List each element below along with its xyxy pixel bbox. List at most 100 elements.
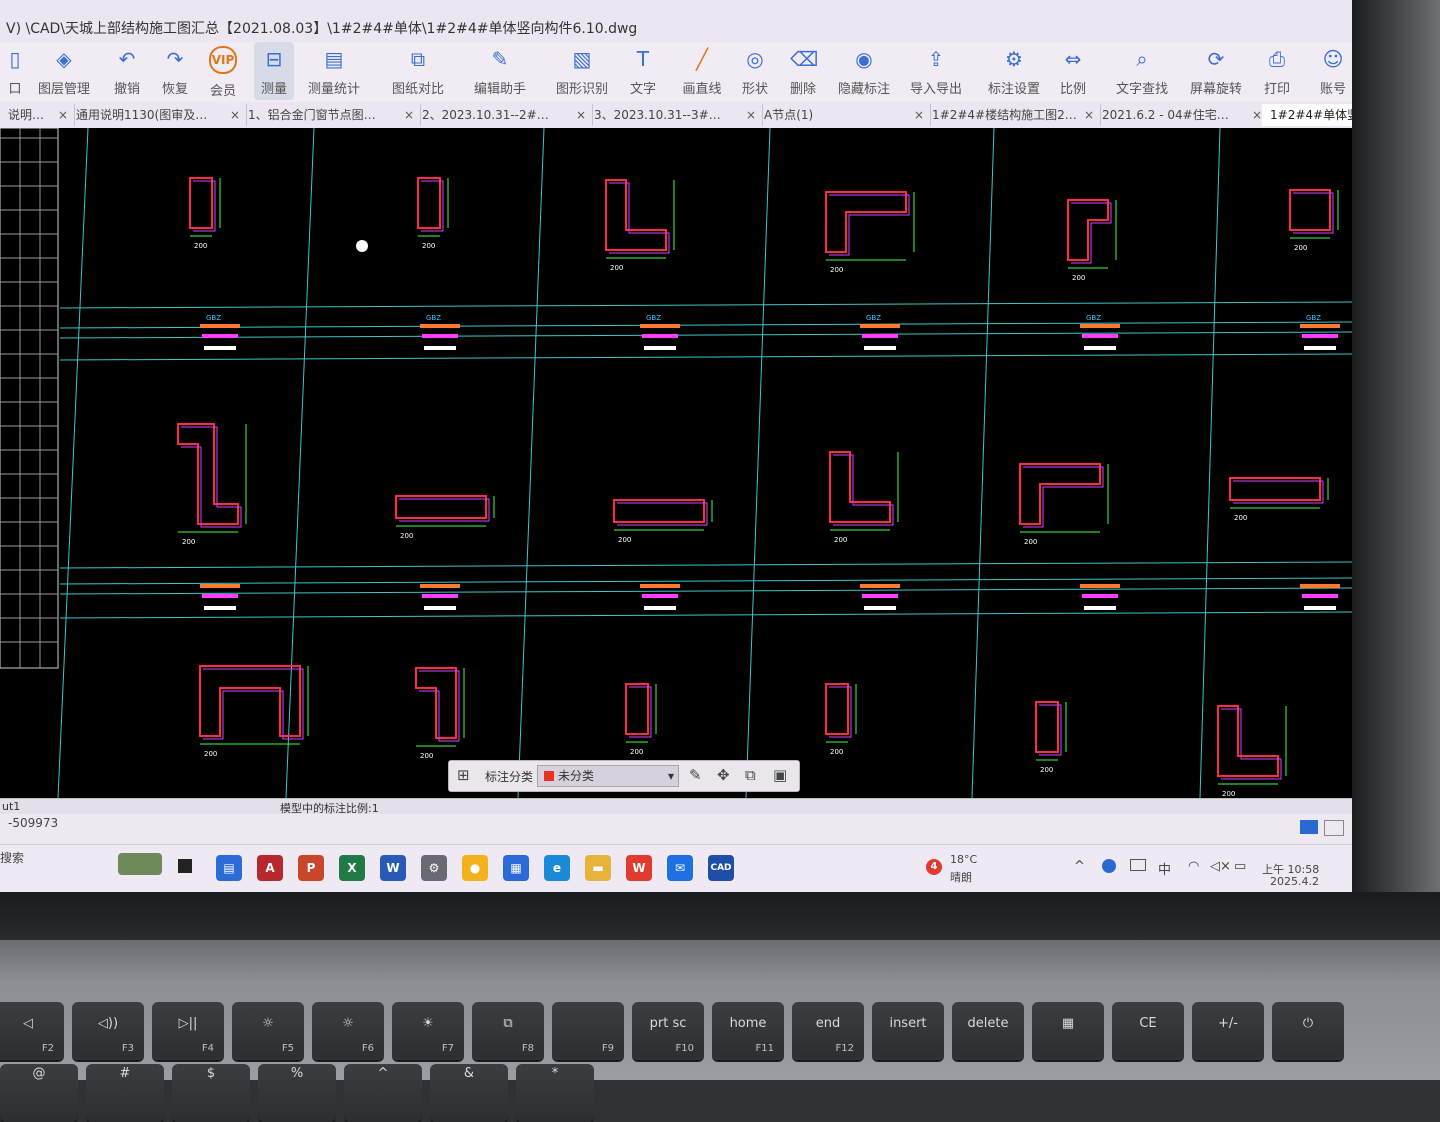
ribbon-redo-button[interactable]: ↷ 恢复 [160, 42, 190, 100]
close-icon[interactable]: × [404, 104, 414, 126]
key-k16[interactable]: ⏻ [1272, 1002, 1344, 1060]
layout-tab[interactable]: ut1 [2, 800, 20, 813]
ribbon-account-button[interactable]: ☺ 账号 [1316, 42, 1350, 100]
tab-drawing-5[interactable]: 3、2023.10.31--3#… × [586, 104, 763, 126]
cad-drawing[interactable]: 200 200 200 200 200 200 200 200 200 200 200 200 200 2… [0, 128, 1352, 798]
member-tag: GBZ [1306, 314, 1321, 322]
wps-icon[interactable]: W [626, 855, 652, 881]
weather-temp[interactable]: 18°C [950, 853, 977, 866]
key-f8[interactable]: ⧉ F8 [472, 1002, 544, 1060]
copy-icon[interactable]: ⧉ [745, 766, 756, 784]
key-f7[interactable]: ☀ F7 [392, 1002, 464, 1060]
ribbon-print-button[interactable]: ⎙ 打印 [1260, 42, 1294, 100]
ribbon-line-button[interactable]: ╱ 画直线 [678, 42, 726, 100]
layout-icon[interactable] [1324, 820, 1344, 836]
key-k12[interactable]: delete [952, 1002, 1024, 1060]
ribbon-edit-assistant-button[interactable]: ✎ 编辑助手 [470, 42, 530, 100]
file-explorer-icon[interactable]: ▤ [216, 855, 242, 881]
key-f11[interactable]: home F11 [712, 1002, 784, 1060]
key-f10[interactable]: prt sc F10 [632, 1002, 704, 1060]
close-icon[interactable]: × [1252, 104, 1262, 126]
settings-icon[interactable]: ⚙ [421, 855, 447, 881]
ribbon-undo-button[interactable]: ↶ 撤销 [112, 42, 142, 100]
key-f6[interactable]: ☼ F6 [312, 1002, 384, 1060]
ribbon-shape-recognize-button[interactable]: ▧ 图形识别 [552, 42, 612, 100]
key-f3[interactable]: ◁)) F3 [72, 1002, 144, 1060]
close-icon[interactable]: × [914, 104, 924, 126]
keyboard-icon[interactable] [1130, 859, 1146, 871]
ribbon-rotate-screen-button[interactable]: ⟳ 屏幕旋转 [1186, 42, 1246, 100]
ime-indicator[interactable]: 中 [1158, 859, 1171, 878]
ribbon-vip-button[interactable]: VIP 会员 [208, 42, 238, 100]
ribbon-layers-button[interactable]: ◈ 图层管理 [34, 42, 94, 100]
edit-icon[interactable]: ✎ [689, 766, 702, 784]
drawing-canvas[interactable]: 200 200 200 200 200 200 200 200 200 200 200 200 200 2… [0, 128, 1352, 798]
sun-icon[interactable]: ● [462, 855, 488, 881]
key-k13[interactable]: ▦ [1032, 1002, 1104, 1060]
model-icon[interactable] [1300, 820, 1318, 834]
grid-icon[interactable]: ⊞ [457, 766, 470, 784]
key-symbol[interactable]: $ [172, 1064, 250, 1122]
security-icon[interactable] [1102, 859, 1116, 873]
ribbon-scale-button[interactable]: ⇔ 比例 [1058, 42, 1088, 100]
excel-icon[interactable]: X [339, 855, 365, 881]
ribbon-import-export-button[interactable]: ⇪ 导入导出 [908, 42, 964, 100]
key-f9[interactable]: F9 [552, 1002, 624, 1060]
ribbon-hide-annotation-button[interactable]: ◉ 隐藏标注 [836, 42, 892, 100]
tab-drawing-8[interactable]: 2021.6.2 - 04#住宅… × [1094, 104, 1269, 126]
close-icon[interactable]: × [1084, 104, 1094, 126]
ribbon-compare-button[interactable]: ⧉ 图纸对比 [390, 42, 446, 100]
tab-drawing-9[interactable]: 1#2#4#单体竖向构件6· [1262, 104, 1352, 126]
cad-icon[interactable]: CAD [708, 855, 734, 881]
close-icon[interactable]: × [746, 104, 756, 126]
key-k11[interactable]: insert [872, 1002, 944, 1060]
edge-icon[interactable]: e [544, 855, 570, 881]
volume-icon[interactable]: ◁× [1210, 859, 1231, 874]
search-highlight-icon[interactable] [118, 853, 162, 875]
show-hidden-icons-button[interactable]: ^ [1074, 859, 1085, 874]
powerpoint-icon[interactable]: P [298, 855, 324, 881]
tab-drawing-6[interactable]: A节点(1) × [756, 104, 931, 126]
key-k15[interactable]: +/- [1192, 1002, 1264, 1060]
key-symbol[interactable]: % [258, 1064, 336, 1122]
task-view-icon[interactable] [178, 859, 192, 873]
battery-icon[interactable]: ▭ [1234, 859, 1246, 874]
folder-icon[interactable]: ▬ [585, 855, 611, 881]
close-icon[interactable]: × [576, 104, 586, 126]
tab-drawing-7[interactable]: 1#2#4#楼结构施工图2… × [924, 104, 1101, 126]
tab-drawing-2[interactable]: 通用说明1130(图审及… × [68, 104, 247, 126]
key-f12[interactable]: end F12 [792, 1002, 864, 1060]
annotation-category-select[interactable]: 未分类 ▾ [537, 765, 679, 787]
move-icon[interactable]: ✥ [717, 766, 730, 784]
wifi-icon[interactable]: ◠ [1188, 859, 1199, 874]
ribbon-eraser-button[interactable]: ⌫ 删除 [786, 42, 820, 100]
label-text-block [200, 324, 240, 328]
tencent-icon[interactable]: ✉ [667, 855, 693, 881]
tab-drawing-3[interactable]: 1、铝合金门窗节点图… × [240, 104, 421, 126]
ribbon-measure-stats-button[interactable]: ▤ 测量统计 [306, 42, 362, 100]
key-f4[interactable]: ▷|| F4 [152, 1002, 224, 1060]
tab-drawing-4[interactable]: 2、2023.10.31--2#… × [414, 104, 593, 126]
ribbon-annotation-settings-button[interactable]: ⚙ 标注设置 [986, 42, 1042, 100]
key-f2[interactable]: ◁ F2 [0, 1002, 64, 1060]
close-icon[interactable]: × [230, 104, 240, 126]
access-icon[interactable]: A [257, 855, 283, 881]
key-symbol[interactable]: # [86, 1064, 164, 1122]
key-symbol[interactable]: * [516, 1064, 594, 1122]
ribbon-measure-button[interactable]: ⊟ 测量 [254, 42, 294, 100]
key-symbol[interactable]: & [430, 1064, 508, 1122]
word-icon[interactable]: W [380, 855, 406, 881]
paste-icon[interactable]: ▣ [773, 766, 787, 784]
ribbon-shape-button[interactable]: ◎ 形状 [738, 42, 772, 100]
calculator-icon[interactable]: ▦ [503, 855, 529, 881]
ribbon-text-search-button[interactable]: ⌕ 文字查找 [1112, 42, 1172, 100]
close-icon[interactable]: × [58, 104, 68, 126]
ribbon-text-button[interactable]: T 文字 [626, 42, 660, 100]
key-symbol[interactable]: @ [0, 1064, 78, 1122]
key-symbol[interactable]: ^ [344, 1064, 422, 1122]
key-k14[interactable]: CE [1112, 1002, 1184, 1060]
taskbar-search[interactable]: 搜索 [0, 849, 24, 866]
tab-drawing-1[interactable]: 说明… × [0, 104, 75, 126]
ribbon-door-button[interactable]: ▯ 口 [0, 42, 30, 100]
key-f5[interactable]: ☼ F5 [232, 1002, 304, 1060]
